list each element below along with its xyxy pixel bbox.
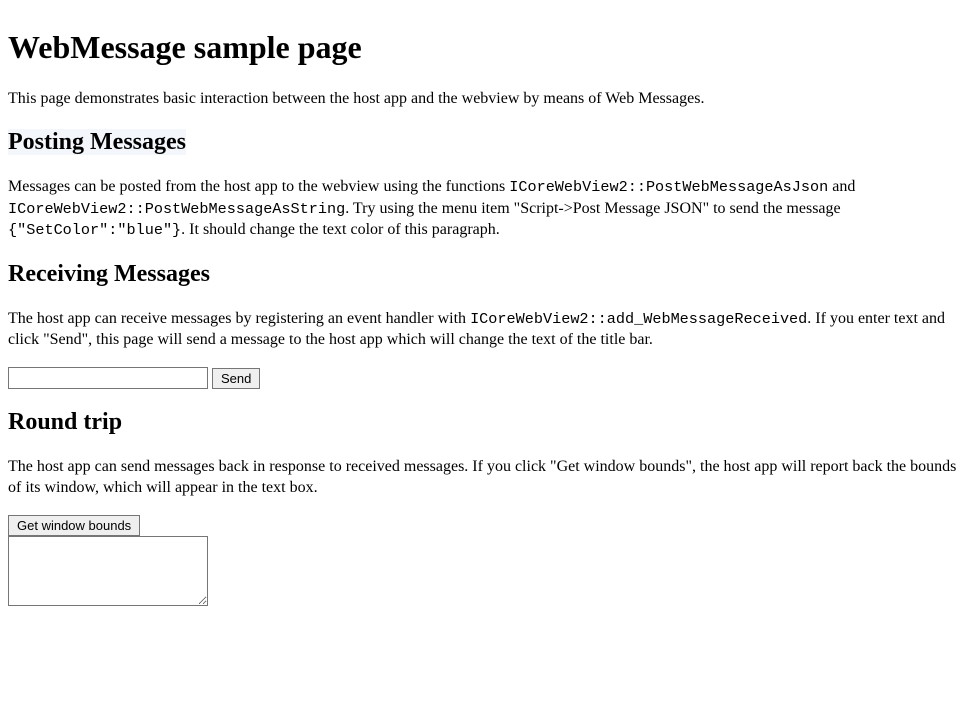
send-row: Send: [8, 367, 965, 389]
intro-paragraph: This page demonstrates basic interaction…: [8, 88, 965, 110]
roundtrip-paragraph: The host app can send messages back in r…: [8, 456, 965, 499]
message-input[interactable]: [8, 367, 208, 389]
receiving-heading: Receiving Messages: [8, 261, 965, 288]
posting-paragraph: Messages can be posted from the host app…: [8, 176, 965, 241]
posting-heading-text: Posting Messages: [8, 129, 186, 155]
posting-code-1: ICoreWebView2::PostWebMessageAsJson: [509, 178, 828, 196]
posting-heading: Posting Messages: [8, 129, 965, 156]
posting-text-d: . It should change the text color of thi…: [181, 221, 500, 238]
page-title: WebMessage sample page: [8, 29, 965, 66]
posting-text-b: and: [828, 178, 855, 195]
receiving-code-1: ICoreWebView2::add_WebMessageReceived: [470, 310, 807, 328]
get-window-bounds-button[interactable]: Get window bounds: [8, 515, 140, 536]
receiving-text-a: The host app can receive messages by reg…: [8, 310, 470, 327]
bounds-output-textarea[interactable]: [8, 536, 208, 606]
posting-text-c: . Try using the menu item "Script->Post …: [345, 200, 840, 217]
posting-code-2: ICoreWebView2::PostWebMessageAsString: [8, 200, 345, 218]
roundtrip-heading: Round trip: [8, 409, 965, 436]
send-button[interactable]: Send: [212, 368, 260, 389]
posting-text-a: Messages can be posted from the host app…: [8, 178, 509, 195]
receiving-paragraph: The host app can receive messages by reg…: [8, 308, 965, 351]
posting-code-3: {"SetColor":"blue"}: [8, 221, 181, 239]
bounds-group: Get window bounds: [8, 515, 965, 606]
